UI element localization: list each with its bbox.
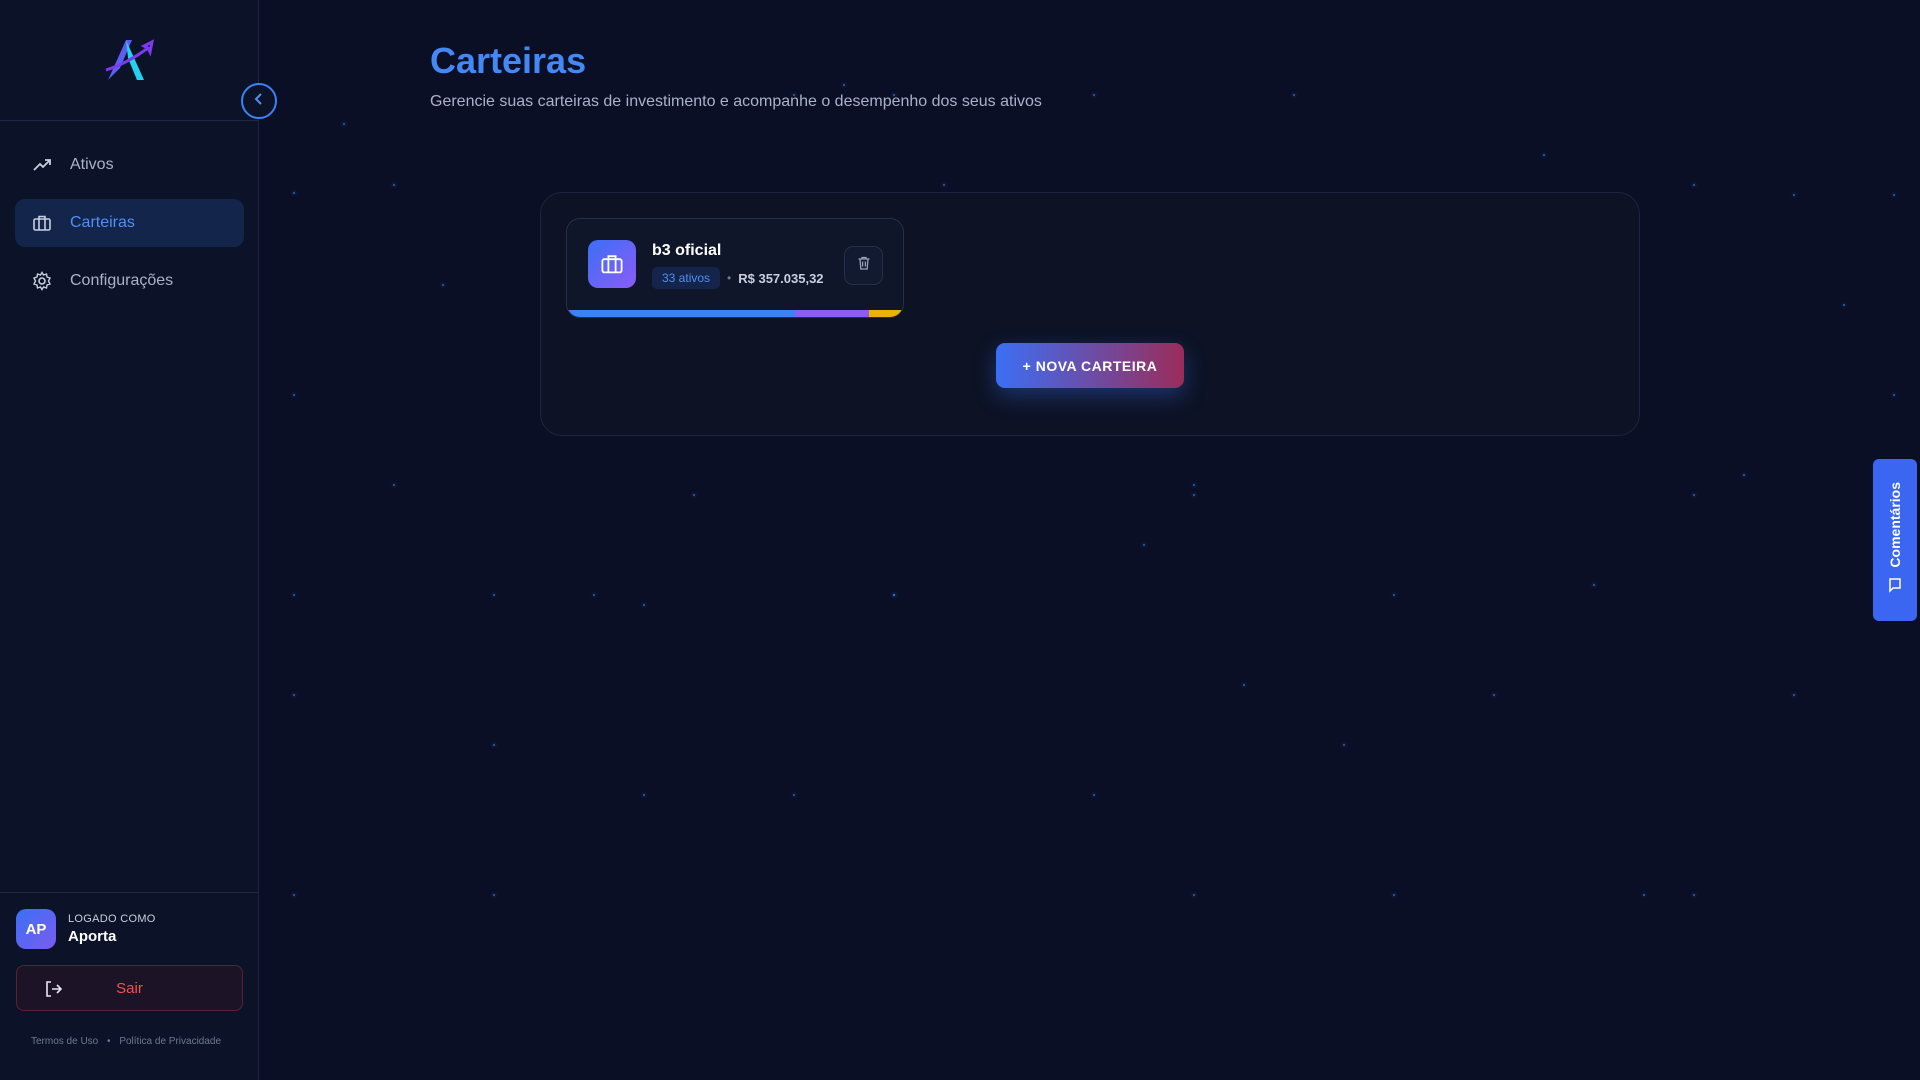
star-dot: [643, 604, 645, 606]
message-icon: [1887, 577, 1903, 598]
star-dot: [1543, 154, 1545, 156]
star-dot: [893, 594, 895, 596]
sidebar-nav: Ativos Carteiras Configurações: [15, 141, 244, 315]
star-dot: [493, 594, 495, 596]
logout-button[interactable]: Sair: [16, 965, 243, 1011]
wallets-panel: b3 oficial 33 ativos • R$ 357.035,32 + N…: [540, 192, 1640, 436]
trash-icon: [856, 255, 872, 276]
privacy-link[interactable]: Política de Privacidade: [119, 1036, 221, 1047]
star-dot: [1343, 744, 1345, 746]
sidebar-item-label: Carteiras: [70, 214, 135, 231]
allocation-segment: [567, 310, 796, 317]
sidebar: Ativos Carteiras Configurações AP LOGADO…: [0, 0, 277, 1080]
star-dot: [1793, 694, 1795, 696]
collapse-sidebar-button[interactable]: [241, 83, 277, 119]
star-dot: [1693, 894, 1695, 896]
logout-label: Sair: [116, 979, 143, 997]
star-dot: [643, 794, 645, 796]
star-dot: [1243, 684, 1245, 686]
star-dot: [1893, 194, 1895, 196]
star-dot: [293, 894, 295, 896]
star-dot: [293, 594, 295, 596]
sidebar-item-label: Configurações: [70, 272, 174, 289]
star-dot: [843, 84, 845, 86]
star-dot: [893, 594, 895, 596]
star-dot: [793, 794, 795, 796]
user-info: AP LOGADO COMO Aporta: [16, 909, 156, 949]
footer-separator: •: [107, 1036, 111, 1047]
logout-icon: [43, 979, 63, 1003]
star-dot: [393, 184, 395, 186]
allocation-segment: [869, 310, 903, 317]
terms-link[interactable]: Termos de Uso: [31, 1036, 98, 1047]
sidebar-item-ativos[interactable]: Ativos: [15, 141, 244, 189]
page-title: Carteiras: [430, 40, 587, 81]
star-dot: [693, 494, 695, 496]
star-dot: [1493, 694, 1495, 696]
chevron-left-icon: [252, 92, 266, 111]
star-dot: [442, 284, 444, 286]
star-dot: [293, 394, 295, 396]
star-dot: [943, 184, 945, 186]
wallet-card[interactable]: b3 oficial 33 ativos • R$ 357.035,32: [566, 218, 904, 318]
meta-separator: •: [727, 271, 732, 285]
gear-icon: [32, 271, 52, 291]
allocation-segment: [795, 310, 870, 317]
star-dot: [1193, 494, 1195, 496]
star-dot: [1093, 794, 1095, 796]
star-dot: [1893, 394, 1895, 396]
star-dot: [1693, 184, 1695, 186]
star-dot: [293, 694, 295, 696]
star-dot: [1693, 494, 1695, 496]
wallet-name: b3 oficial: [652, 242, 722, 259]
wallet-meta: 33 ativos • R$ 357.035,32: [652, 267, 824, 289]
allocation-bar: [567, 310, 903, 317]
avatar[interactable]: AP: [16, 909, 56, 949]
star-dot: [493, 894, 495, 896]
star-background: [0, 0, 1920, 1080]
star-dot: [1643, 894, 1645, 896]
star-dot: [343, 123, 345, 125]
star-dot: [1393, 594, 1395, 596]
star-dot: [1093, 94, 1095, 96]
feedback-tab[interactable]: Comentários: [1873, 459, 1917, 621]
star-dot: [1393, 894, 1395, 896]
page-subtitle: Gerencie suas carteiras de investimento …: [430, 93, 1042, 110]
star-dot: [1743, 474, 1745, 476]
app-logo[interactable]: [104, 36, 156, 84]
star-dot: [493, 744, 495, 746]
feedback-label: Comentários: [1887, 481, 1903, 568]
assets-count-badge: 33 ativos: [652, 267, 721, 289]
star-dot: [1293, 94, 1295, 96]
star-dot: [1593, 584, 1595, 586]
star-dot: [1193, 484, 1195, 486]
footer-links: Termos de Uso • Política de Privacidade: [31, 1036, 221, 1047]
star-dot: [593, 594, 595, 596]
user-name: Aporta: [68, 928, 117, 945]
star-dot: [1793, 194, 1795, 196]
sidebar-item-label: Ativos: [70, 156, 114, 173]
user-caption: LOGADO COMO: [68, 913, 156, 925]
sidebar-item-configuracoes[interactable]: Configurações: [15, 257, 244, 305]
sidebar-divider: [0, 120, 258, 121]
briefcase-icon: [588, 240, 636, 288]
star-dot: [393, 484, 395, 486]
wallet-value: R$ 357.035,32: [738, 270, 824, 286]
star-dot: [1843, 304, 1845, 306]
sidebar-item-carteiras[interactable]: Carteiras: [15, 199, 244, 247]
sidebar-bottom-divider: [0, 892, 258, 893]
new-wallet-button[interactable]: + NOVA CARTEIRA: [996, 343, 1184, 388]
delete-wallet-button[interactable]: [844, 246, 883, 285]
star-dot: [1193, 894, 1195, 896]
star-dot: [1143, 544, 1145, 546]
star-dot: [293, 192, 295, 194]
briefcase-icon: [32, 213, 52, 233]
trending-up-icon: [32, 155, 52, 175]
